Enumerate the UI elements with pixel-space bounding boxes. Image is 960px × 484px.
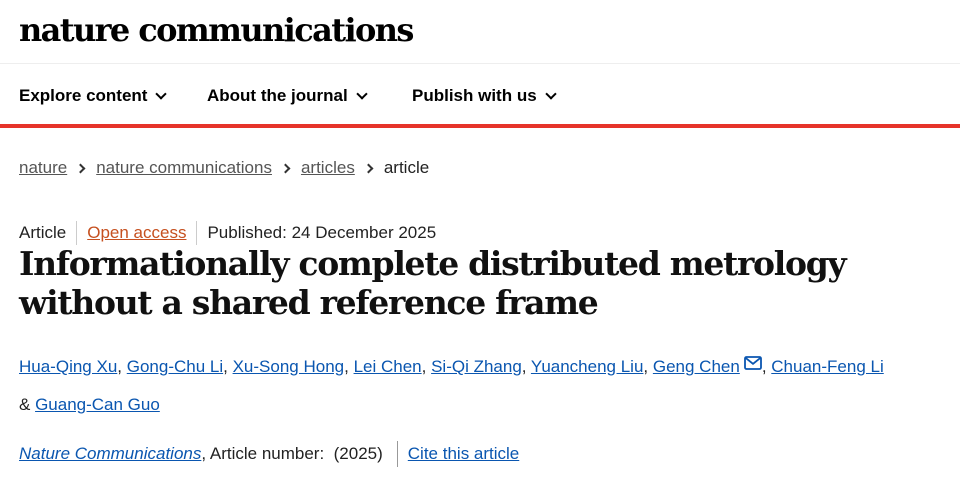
chevron-down-icon [356, 87, 368, 100]
meta-divider [76, 221, 78, 245]
mail-icon[interactable] [743, 346, 762, 384]
nav-publish-label: Publish with us [412, 86, 537, 105]
nav-explore-content[interactable]: Explore content [19, 64, 168, 128]
site-header: nature communications [0, 0, 960, 64]
author-link[interactable]: Chuan-Feng Li [771, 357, 883, 376]
breadcrumb-articles[interactable]: articles [301, 158, 355, 178]
author-link[interactable]: Lei Chen [354, 357, 422, 376]
author-list: Hua-Qing Xu, Gong-Chu Li, Xu-Song Hong, … [19, 348, 899, 424]
breadcrumb-nature-communications[interactable]: nature communications [96, 158, 272, 178]
author-link[interactable]: Hua-Qing Xu [19, 357, 117, 376]
article-meta: Article Open access Published: 24 Decemb… [19, 220, 436, 246]
cite-this-article-link[interactable]: Cite this article [408, 444, 519, 464]
main-nav: Explore content About the journal Publis… [0, 64, 960, 128]
citation-divider [396, 441, 398, 467]
journal-logo[interactable]: nature communications [19, 10, 414, 50]
nav-explore-label: Explore content [19, 86, 148, 105]
chevron-down-icon [155, 87, 168, 100]
author-link[interactable]: Gong-Chu Li [127, 357, 223, 376]
chevron-right-icon [363, 163, 374, 173]
author-link[interactable]: Yuancheng Liu [531, 357, 644, 376]
breadcrumb-current: article [383, 158, 430, 177]
breadcrumb: nature nature communications articles ar… [19, 156, 429, 180]
article-number: , Article number: (2025) [201, 444, 383, 463]
meta-divider [196, 221, 198, 245]
article-type: Article [19, 223, 67, 242]
journal-link[interactable]: Nature Communications [19, 444, 201, 464]
citation-line: Nature Communications , Article number: … [19, 440, 519, 468]
article-title: Informationally complete distributed met… [19, 244, 847, 322]
author-link[interactable]: Si-Qi Zhang [431, 357, 522, 376]
chevron-right-icon [75, 163, 86, 173]
published-date: Published: 24 December 2025 [207, 223, 437, 242]
nav-about-label: About the journal [207, 86, 348, 105]
nav-about-journal[interactable]: About the journal [207, 64, 368, 128]
open-access-link[interactable]: Open access [87, 223, 186, 243]
chevron-down-icon [545, 87, 557, 100]
nav-publish-with-us[interactable]: Publish with us [412, 64, 557, 128]
chevron-right-icon [280, 163, 291, 173]
author-link[interactable]: Guang-Can Guo [35, 395, 160, 414]
author-link-corresponding[interactable]: Geng Chen [653, 357, 740, 376]
breadcrumb-nature[interactable]: nature [19, 158, 67, 178]
author-link[interactable]: Xu-Song Hong [233, 357, 345, 376]
